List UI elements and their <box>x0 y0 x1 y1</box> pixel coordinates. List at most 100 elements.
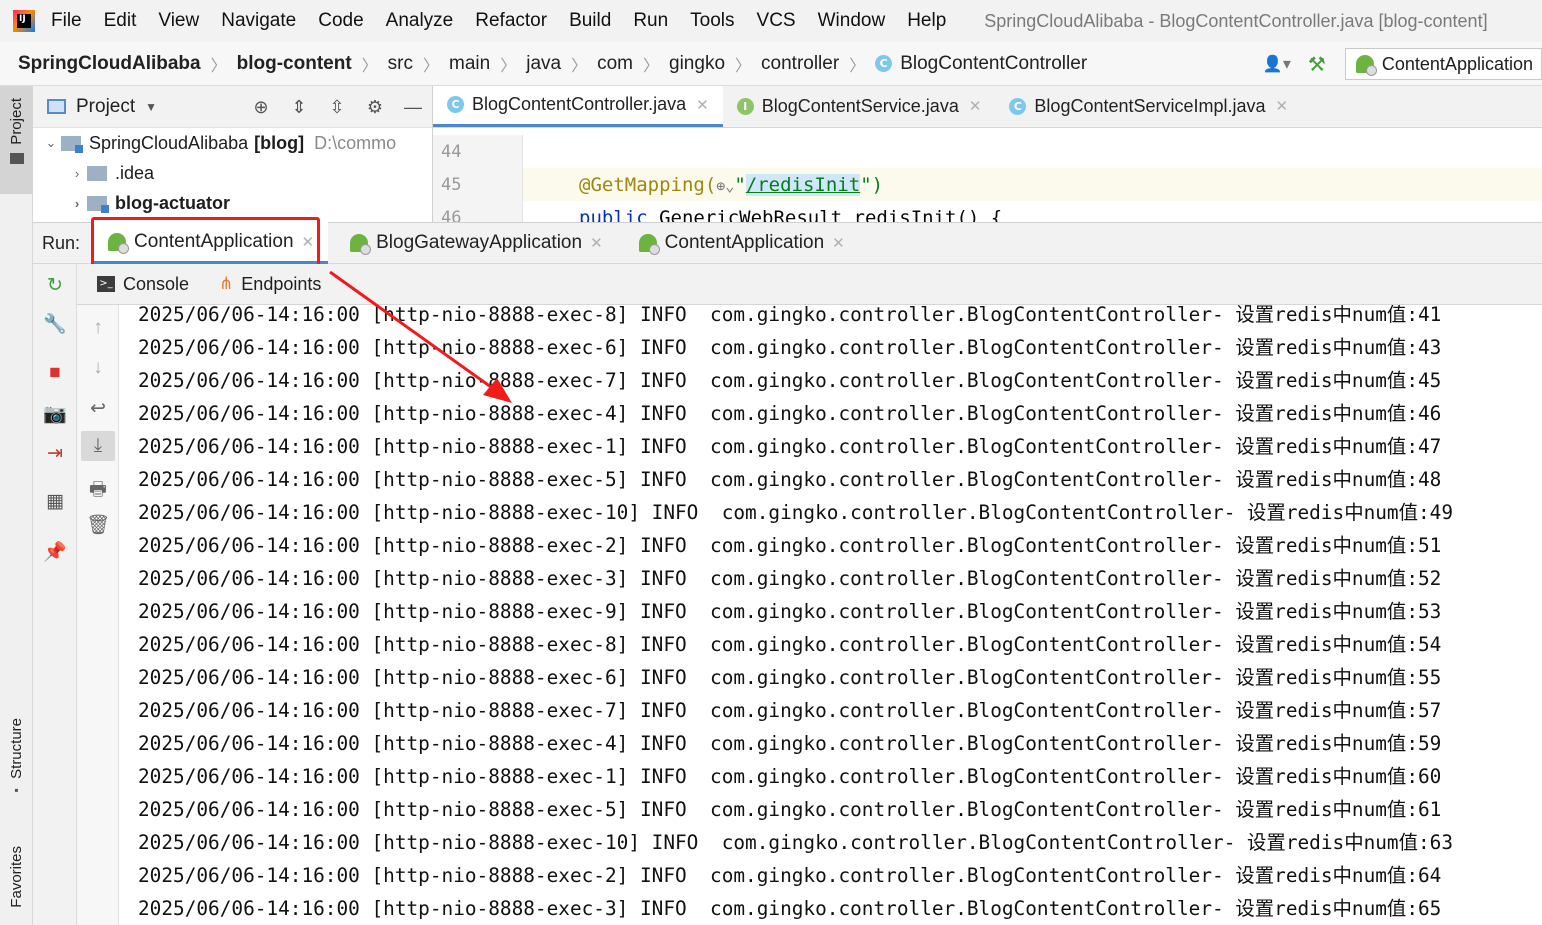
menu-build[interactable]: Build <box>569 10 611 32</box>
arrow-up-icon[interactable]: ↑ <box>77 317 119 339</box>
menu-refactor[interactable]: Refactor <box>475 10 547 32</box>
crumb-gingko[interactable]: gingko <box>669 53 725 75</box>
module-folder-icon <box>61 135 83 153</box>
tab-blog-content-controller[interactable]: C BlogContentController.java ✕ <box>433 86 723 127</box>
code-line[interactable]: 45 @GetMapping(⊕⌄"/redisInit") <box>433 168 1542 201</box>
console-output[interactable]: 2025/06/06-14:16:00 [http-nio-8888-exec-… <box>119 305 1542 925</box>
menu-navigate[interactable]: Navigate <box>221 10 296 32</box>
close-icon[interactable]: ✕ <box>590 234 603 252</box>
run-configuration-selector[interactable]: ContentApplication <box>1344 48 1542 80</box>
stop-icon[interactable]: ■ <box>33 362 77 384</box>
chevron-right-icon[interactable]: › <box>67 166 87 181</box>
crumb-project[interactable]: SpringCloudAlibaba <box>18 53 201 75</box>
camera-icon[interactable]: 📷 <box>33 402 77 426</box>
tree-item-label: blog-actuator <box>115 192 230 213</box>
line-number: 44 <box>433 135 523 168</box>
tree-item-tag: [blog] <box>254 132 305 153</box>
arrow-down-icon[interactable]: ↓ <box>77 357 119 379</box>
line-number: 46 <box>433 201 523 222</box>
url-path-link[interactable]: /redisInit <box>745 173 861 196</box>
locate-target-icon[interactable]: ⊕ <box>242 97 280 118</box>
crumb-java[interactable]: java <box>526 53 561 75</box>
menu-view[interactable]: View <box>158 10 199 32</box>
globe-icon[interactable]: ⊕⌄ <box>716 177 734 195</box>
run-tab-content-application[interactable]: ContentApplication ✕ <box>94 222 329 264</box>
crumb-module[interactable]: blog-content <box>237 53 352 75</box>
log-line: 2025/06/06-14:16:00 [http-nio-8888-exec-… <box>138 534 1442 557</box>
build-hammer-icon[interactable]: ⚒ <box>1297 49 1337 79</box>
keyword-text: public <box>579 206 648 223</box>
project-panel-title[interactable]: Project <box>76 96 135 118</box>
project-tool-tab[interactable]: Project <box>0 86 33 194</box>
editor-tabs: C BlogContentController.java ✕ I BlogCon… <box>433 86 1542 128</box>
crumb-src[interactable]: src <box>388 53 413 75</box>
log-line: 2025/06/06-14:16:00 [http-nio-8888-exec-… <box>138 435 1442 458</box>
structure-tool-tab[interactable]: Structure ▪ <box>0 718 33 797</box>
crumb-com[interactable]: com <box>597 53 633 75</box>
gear-icon[interactable]: ⚙ <box>356 97 394 118</box>
tab-console[interactable]: >_ Console <box>97 274 189 295</box>
log-line: 2025/06/06-14:16:00 [http-nio-8888-exec-… <box>138 336 1442 359</box>
crumb-class-label: BlogContentController <box>900 52 1088 74</box>
pin-icon[interactable]: 📌 <box>33 540 77 564</box>
code-line[interactable]: 44 <box>433 135 1542 168</box>
run-tab-content-application-2[interactable]: ContentApplication ✕ <box>625 222 859 264</box>
chevron-down-icon[interactable]: ⌄ <box>41 135 61 151</box>
line-number: 45 <box>433 168 523 201</box>
chevron-down-icon[interactable]: ▼ <box>145 100 157 114</box>
trash-icon[interactable]: 🗑 <box>77 513 119 537</box>
minimize-icon[interactable]: — <box>394 97 432 118</box>
layout-icon[interactable]: ▦ <box>33 490 77 513</box>
exit-icon[interactable]: ⇥ <box>33 442 77 465</box>
wrench-icon[interactable]: 🔧 <box>33 312 77 336</box>
close-icon[interactable]: ✕ <box>302 233 315 251</box>
log-line: 2025/06/06-14:16:00 [http-nio-8888-exec-… <box>138 468 1442 491</box>
tree-item-label: SpringCloudAlibaba <box>89 132 249 153</box>
scroll-to-end-icon[interactable]: ⤓ <box>81 431 115 461</box>
crumb-main[interactable]: main <box>449 53 490 75</box>
spring-boot-icon <box>108 232 130 254</box>
menu-bar: IJ File Edit View Navigate Code Analyze … <box>0 0 1542 42</box>
menu-edit[interactable]: Edit <box>104 10 137 32</box>
menu-file[interactable]: File <box>51 10 82 32</box>
run-toolbar: ↻ 🔧 ■ 📷 ⇥ ▦ 📌 <box>33 264 77 925</box>
tab-blog-content-service[interactable]: I BlogContentService.java ✕ <box>723 86 996 127</box>
menu-vcs[interactable]: VCS <box>757 10 796 32</box>
module-folder-icon <box>87 195 109 213</box>
menu-analyze[interactable]: Analyze <box>386 10 454 32</box>
menu-window[interactable]: Window <box>818 10 886 32</box>
crumb-class[interactable]: C BlogContentController <box>875 53 1087 75</box>
tree-item-blog-actuator[interactable]: › blog-actuator <box>33 188 432 218</box>
folder-icon <box>87 165 107 181</box>
menu-code[interactable]: Code <box>318 10 363 32</box>
close-icon[interactable]: ✕ <box>969 97 982 115</box>
tab-blog-content-service-impl[interactable]: C BlogContentServiceImpl.java ✕ <box>995 86 1302 127</box>
favorites-tool-tab[interactable]: Favorites <box>0 846 33 908</box>
tree-item-root[interactable]: ⌄ SpringCloudAlibaba [blog] D:\commo <box>33 128 432 158</box>
soft-wrap-icon[interactable]: ↩ <box>77 397 119 420</box>
tree-item-path: D:\commo <box>314 132 397 153</box>
print-icon[interactable]: 🖶 <box>77 475 119 507</box>
chevron-right-icon[interactable]: › <box>67 196 87 211</box>
crumb-controller[interactable]: controller <box>761 53 839 75</box>
project-tool-tab-label: Project <box>8 98 25 145</box>
class-icon: C <box>1009 97 1027 115</box>
tab-endpoints-label: Endpoints <box>241 273 322 294</box>
code-line[interactable]: 46 public GenericWebResult redisInit() { <box>433 201 1542 222</box>
expand-all-icon[interactable]: ⇕ <box>280 97 318 118</box>
menu-run[interactable]: Run <box>633 10 668 32</box>
run-tab-blog-gateway-application[interactable]: BlogGatewayApplication ✕ <box>336 222 617 264</box>
crumb-separator-icon: 〉 <box>361 57 378 75</box>
string-quote: " <box>734 173 746 196</box>
code-text: @GetMapping(⊕⌄"/redisInit") <box>523 173 883 196</box>
tab-endpoints[interactable]: ⋔ Endpoints <box>219 274 321 295</box>
collapse-all-icon[interactable]: ⇳ <box>318 97 356 118</box>
tree-item-idea[interactable]: › .idea <box>33 158 432 188</box>
rerun-icon[interactable]: ↻ <box>33 274 77 297</box>
user-icon[interactable]: 👤▾ <box>1257 49 1297 79</box>
close-icon[interactable]: ✕ <box>696 96 709 114</box>
menu-tools[interactable]: Tools <box>690 10 734 32</box>
menu-help[interactable]: Help <box>907 10 946 32</box>
close-icon[interactable]: ✕ <box>1276 97 1289 115</box>
close-icon[interactable]: ✕ <box>832 234 845 252</box>
